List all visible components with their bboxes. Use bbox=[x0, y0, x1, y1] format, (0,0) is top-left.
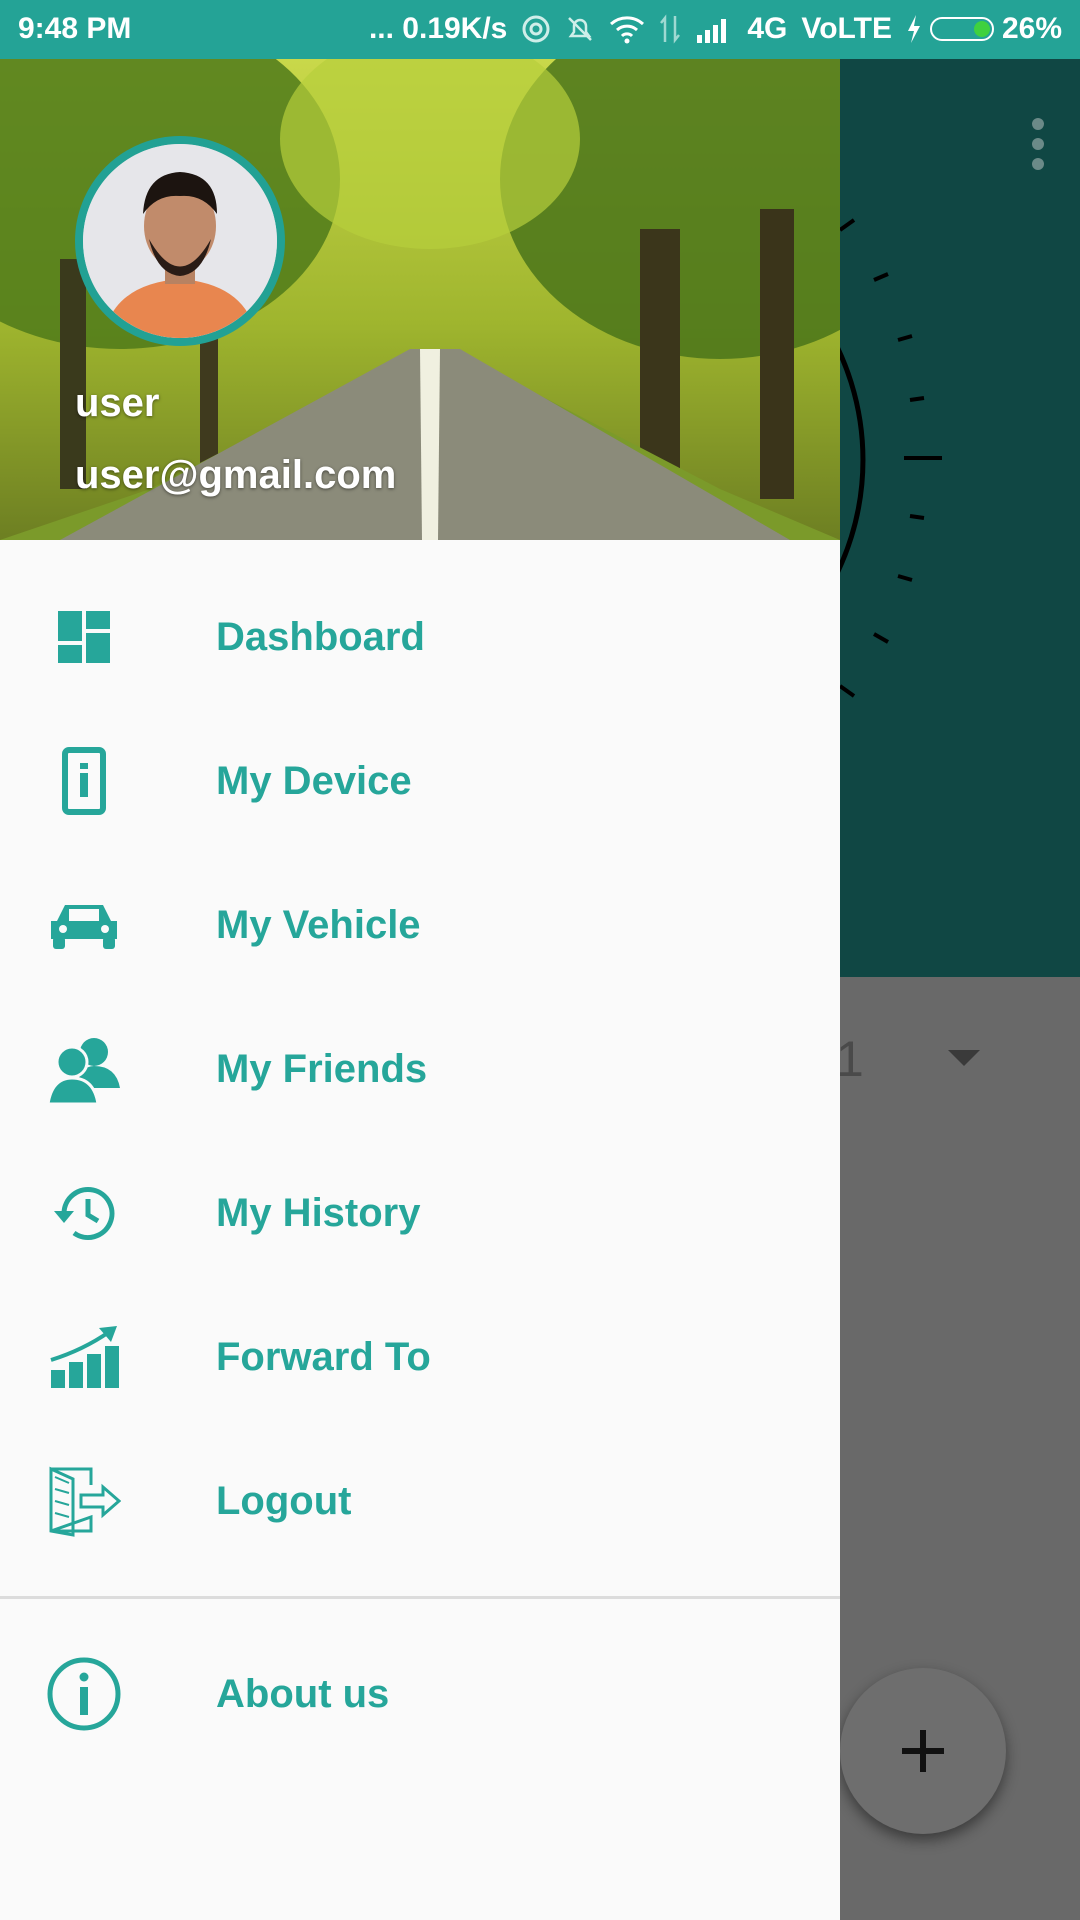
menu-item-my-device[interactable]: My Device bbox=[0, 709, 840, 853]
speedometer-gauge bbox=[840, 218, 942, 698]
battery-icon bbox=[929, 17, 994, 41]
dropdown-arrow-icon[interactable] bbox=[948, 1050, 980, 1066]
charging-icon bbox=[907, 15, 920, 43]
menu-item-forward-to[interactable]: Forward To bbox=[0, 1285, 840, 1429]
history-icon bbox=[44, 1173, 124, 1253]
menu-item-my-history[interactable]: My History bbox=[0, 1141, 840, 1285]
menu-label: Dashboard bbox=[216, 614, 425, 659]
device-icon bbox=[44, 741, 124, 821]
plus-icon bbox=[902, 1730, 944, 1772]
menu-item-logout[interactable]: Logout bbox=[0, 1429, 840, 1573]
profile-photo bbox=[83, 144, 277, 338]
partial-value: 1 bbox=[836, 1031, 864, 1087]
alarm-off-icon bbox=[568, 17, 593, 41]
network-type: 4G bbox=[747, 12, 788, 45]
avatar[interactable] bbox=[75, 136, 285, 346]
hotspot-icon bbox=[522, 15, 550, 43]
wifi-icon bbox=[610, 16, 645, 44]
battery-percent: 26% bbox=[1001, 12, 1062, 45]
menu-item-my-vehicle[interactable]: My Vehicle bbox=[0, 853, 840, 997]
drawer-header: user user@gmail.com bbox=[0, 59, 840, 540]
status-bar: 9:48 PM ... 0.19K/s 4G VoLTE 26% bbox=[0, 0, 1080, 59]
menu-label: My Friends bbox=[216, 1046, 428, 1091]
menu-label: My Device bbox=[216, 758, 412, 803]
battery-indicator: 26% bbox=[906, 12, 1062, 46]
drawer-menu: Dashboard My Device My Vehicle My Friend… bbox=[0, 565, 840, 1573]
navigation-drawer: user user@gmail.com Dashboard My Device … bbox=[0, 59, 840, 1920]
menu-label: My History bbox=[216, 1190, 421, 1235]
menu-label: Logout bbox=[216, 1478, 352, 1523]
bar-chart-icon bbox=[44, 1317, 124, 1397]
add-fab-button[interactable] bbox=[840, 1668, 1006, 1834]
status-time: 9:48 PM bbox=[18, 12, 132, 45]
logout-icon bbox=[44, 1461, 124, 1541]
user-email: user@gmail.com bbox=[75, 453, 397, 497]
volte-label: VoLTE bbox=[801, 12, 892, 45]
menu-item-my-friends[interactable]: My Friends bbox=[0, 997, 840, 1141]
friends-icon bbox=[44, 1029, 124, 1109]
overflow-menu-icon[interactable] bbox=[1032, 118, 1044, 178]
dashboard-icon bbox=[44, 597, 124, 677]
menu-item-about-us[interactable]: About us bbox=[0, 1622, 840, 1766]
car-icon bbox=[44, 885, 124, 965]
menu-label: Forward To bbox=[216, 1334, 431, 1379]
menu-label: About us bbox=[216, 1671, 390, 1716]
menu-item-dashboard[interactable]: Dashboard bbox=[0, 565, 840, 709]
info-icon bbox=[44, 1654, 124, 1734]
network-speed: ... 0.19K/s bbox=[368, 12, 508, 45]
menu-divider bbox=[0, 1596, 840, 1599]
user-name: user bbox=[75, 381, 160, 425]
signal-icon bbox=[697, 19, 727, 43]
data-transfer-icon bbox=[660, 14, 681, 44]
menu-label: My Vehicle bbox=[216, 902, 421, 947]
